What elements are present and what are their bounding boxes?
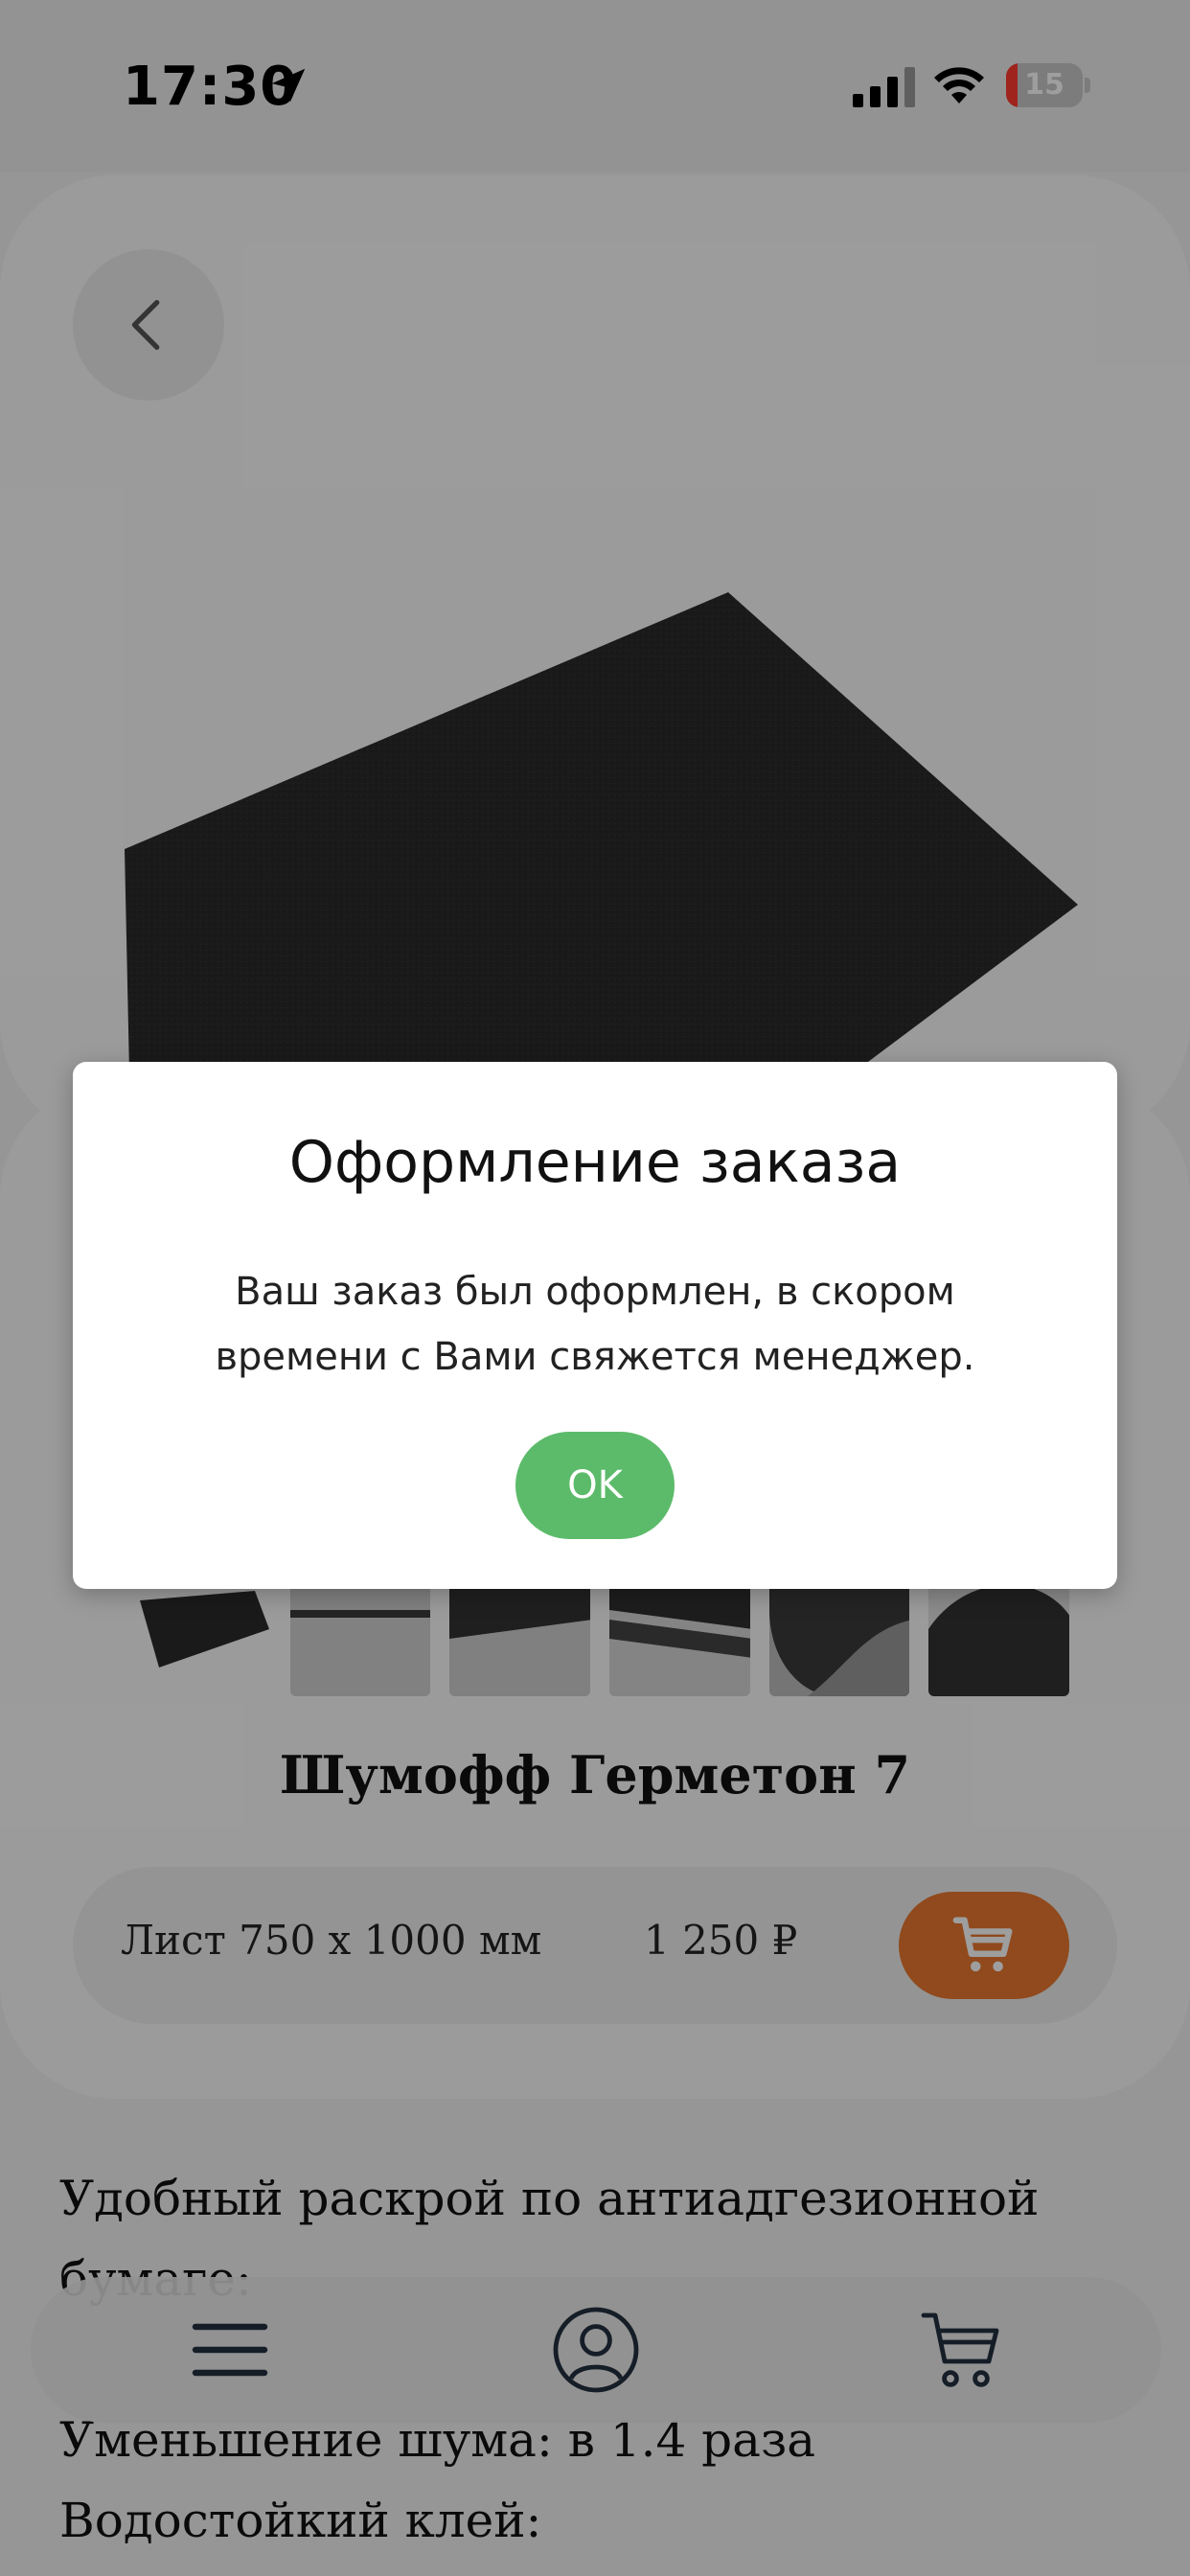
order-confirmation-dialog: Оформление заказа Ваш заказ был оформлен… xyxy=(73,1062,1117,1589)
dialog-message: Ваш заказ был оформлен, в скором времени… xyxy=(130,1259,1060,1390)
dialog-message-line: времени с Вами свяжется менеджер. xyxy=(215,1335,975,1379)
dialog-title: Оформление заказа xyxy=(288,1129,902,1196)
dialog-message-line: Ваш заказ был оформлен, в скором xyxy=(235,1270,955,1314)
ok-button[interactable]: OK xyxy=(515,1432,675,1539)
